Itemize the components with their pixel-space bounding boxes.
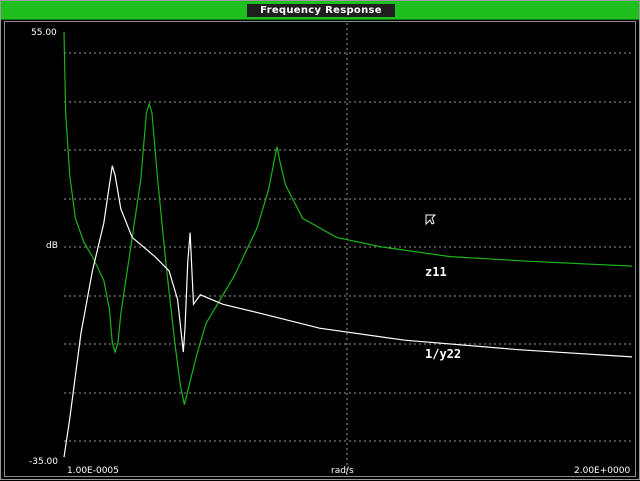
- series-line-1-y22: [63, 165, 633, 458]
- frequency-response-plot: [63, 23, 633, 476]
- series-label-z11: z11: [425, 265, 447, 279]
- x-axis-label: rad/s: [331, 466, 354, 476]
- y-axis-label: dB: [46, 241, 58, 251]
- x-min-tick-label: 1.00E-0005: [67, 466, 119, 476]
- series-label-1-y22: 1/y22: [425, 347, 462, 361]
- mouse-cursor-icon: [425, 214, 437, 226]
- frequency-response-window: Frequency Response 55.00 -35.00 dB 1.00E…: [0, 0, 640, 480]
- x-max-tick-label: 2.00E+0000: [574, 466, 631, 476]
- y-max-tick-label: 55.00: [31, 28, 57, 38]
- y-min-tick-label: -35.00: [29, 457, 59, 467]
- series-line-z11: [63, 31, 633, 405]
